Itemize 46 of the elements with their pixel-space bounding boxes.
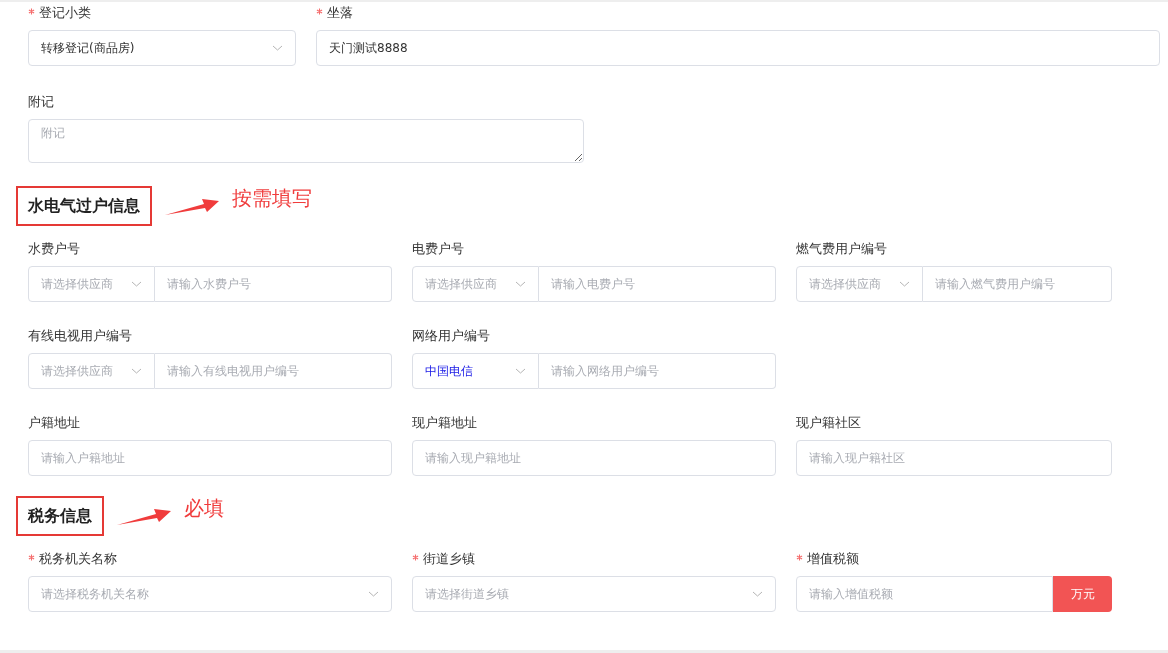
field-label: 电费户号 <box>412 240 464 259</box>
annotation-note: 必填 <box>184 495 224 522</box>
chevron-down-icon <box>131 281 142 287</box>
supplier-select[interactable]: 请选择供应商 <box>412 266 539 302</box>
field-label: 增值税额 <box>807 550 859 569</box>
remark-textarea[interactable]: 附记 <box>28 119 584 163</box>
field-label: 户籍地址 <box>28 414 80 433</box>
input-field[interactable]: 请输入电费户号 <box>539 266 776 302</box>
unit-button[interactable]: 万元 <box>1053 576 1112 612</box>
field-label: 燃气费用户编号 <box>796 240 887 259</box>
supplier-select[interactable]: 中国电信 <box>412 353 539 389</box>
supplier-select[interactable]: 请选择供应商 <box>28 266 155 302</box>
field-label: 有线电视用户编号 <box>28 327 132 346</box>
section-title: 水电气过户信息 <box>16 186 152 226</box>
field-label: 登记小类 <box>39 4 91 23</box>
chevron-down-icon <box>515 281 526 287</box>
field-label: 现户籍地址 <box>412 414 477 433</box>
input-field[interactable]: 请输入现户籍地址 <box>412 440 776 476</box>
field-label: 坐落 <box>327 4 353 23</box>
field-label: 网络用户编号 <box>412 327 490 346</box>
annotation-note: 按需填写 <box>232 185 312 212</box>
input-field[interactable]: 天门测试8888 <box>316 30 1160 66</box>
chevron-down-icon <box>272 45 283 51</box>
select-field[interactable]: 请选择街道乡镇 <box>412 576 776 612</box>
supplier-select[interactable]: 请选择供应商 <box>28 353 155 389</box>
input-field[interactable]: 请输入现户籍社区 <box>796 440 1112 476</box>
input-field[interactable]: 请输入水费户号 <box>155 266 392 302</box>
input-field[interactable]: 请输入增值税额 <box>796 576 1053 612</box>
field-label: 现户籍社区 <box>796 414 861 433</box>
chevron-down-icon <box>752 591 763 597</box>
select-field[interactable]: 转移登记(商品房) <box>28 30 296 66</box>
select-field[interactable]: 请选择税务机关名称 <box>28 576 392 612</box>
input-field[interactable]: 请输入网络用户编号 <box>539 353 776 389</box>
chevron-down-icon <box>368 591 379 597</box>
input-field[interactable]: 请输入燃气费用户编号 <box>923 266 1112 302</box>
section-title: 税务信息 <box>16 496 104 536</box>
input-field[interactable]: 请输入有线电视用户编号 <box>155 353 392 389</box>
field-label: 附记 <box>28 93 54 112</box>
chevron-down-icon <box>899 281 910 287</box>
chevron-down-icon <box>131 368 142 374</box>
field-label: 街道乡镇 <box>423 550 475 569</box>
field-label: 税务机关名称 <box>39 550 117 569</box>
input-field[interactable]: 请输入户籍地址 <box>28 440 392 476</box>
field-label: 水费户号 <box>28 240 80 259</box>
chevron-down-icon <box>515 368 526 374</box>
supplier-select[interactable]: 请选择供应商 <box>796 266 923 302</box>
